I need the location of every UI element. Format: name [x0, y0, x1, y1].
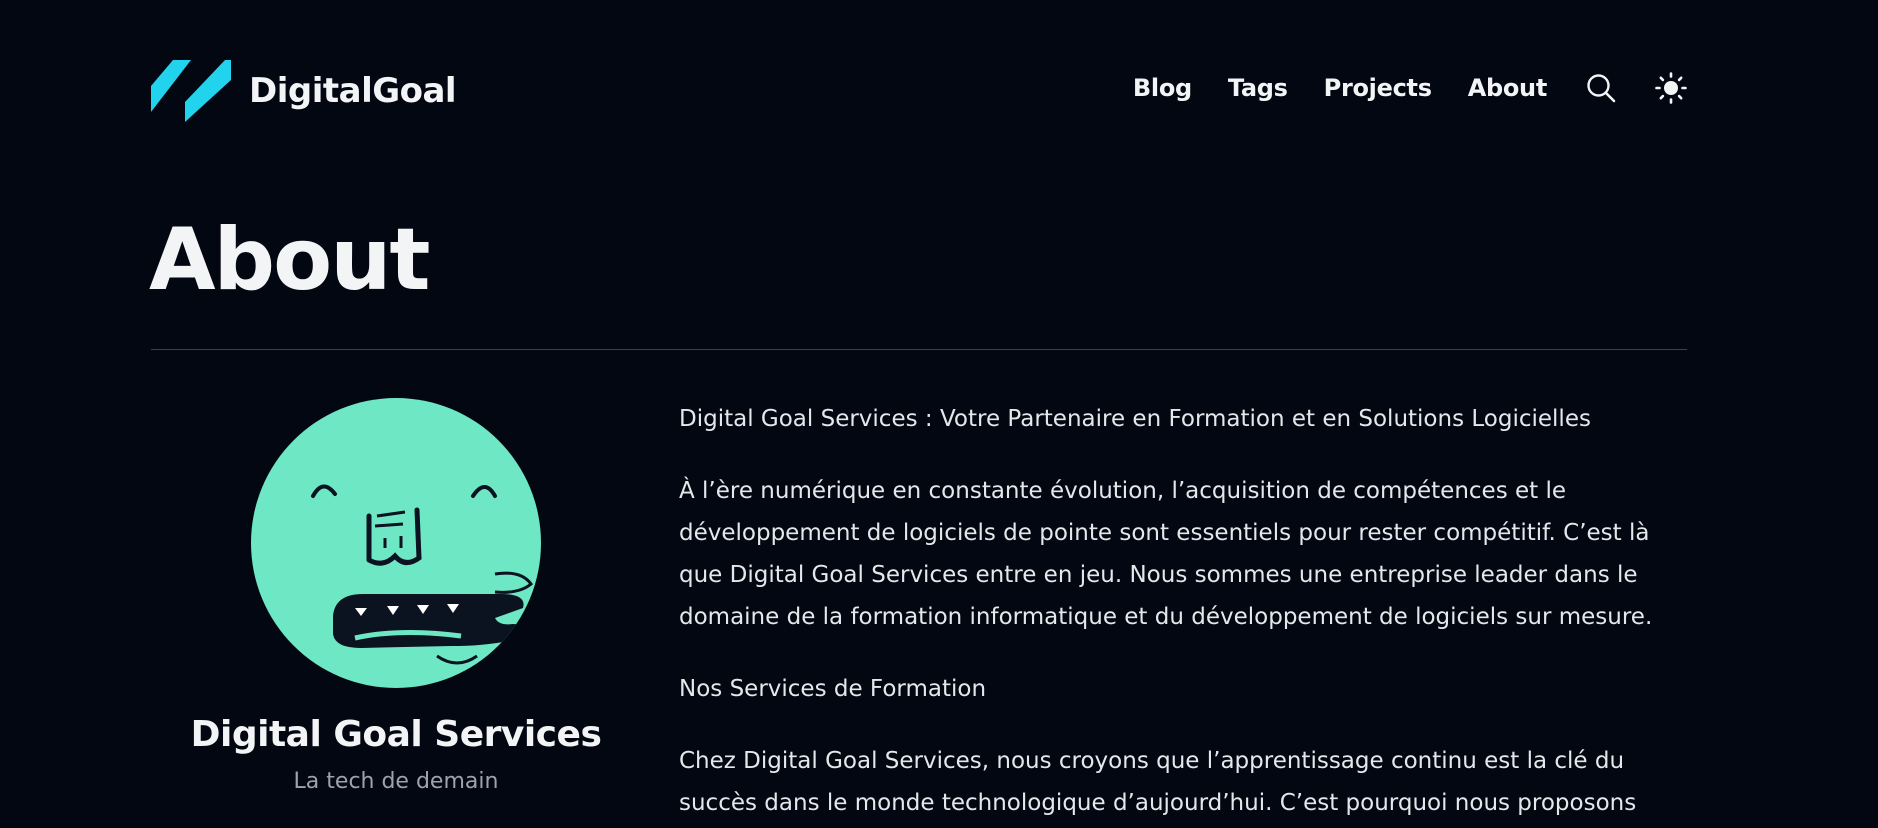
brand-name: DigitalGoal — [249, 71, 457, 111]
sun-icon — [1655, 72, 1687, 104]
search-button[interactable] — [1585, 72, 1617, 104]
main-nav: Blog Tags Projects About — [1097, 72, 1687, 104]
nav-blog[interactable]: Blog — [1133, 74, 1192, 102]
about-page: DigitalGoal Blog Tags Projects About Abo… — [0, 0, 1878, 828]
site-header: DigitalGoal Blog Tags Projects About — [151, 52, 1687, 126]
avatar — [251, 398, 541, 688]
content-paragraph: Chez Digital Goal Services, nous croyons… — [679, 748, 1637, 816]
title-divider — [151, 349, 1687, 350]
content-heading: Digital Goal Services : Votre Partenaire… — [679, 406, 1591, 432]
profile-card: Digital Goal Services La tech de demain — [151, 398, 641, 794]
search-icon — [1587, 74, 1616, 103]
profile-name: Digital Goal Services — [190, 714, 602, 755]
about-content: Digital Goal Services : Votre Partenaire… — [679, 398, 1679, 828]
brand-link[interactable]: DigitalGoal — [151, 58, 457, 124]
content-paragraph: À l’ère numérique en constante évolution… — [679, 478, 1653, 630]
nav-about[interactable]: About — [1468, 74, 1548, 102]
monster-face-illustration — [311, 484, 534, 665]
profile-tagline: La tech de demain — [293, 769, 499, 794]
nav-projects[interactable]: Projects — [1324, 74, 1432, 102]
brand-logo-icon — [151, 60, 231, 122]
theme-toggle-button[interactable] — [1655, 72, 1687, 104]
nav-tags[interactable]: Tags — [1228, 74, 1288, 102]
page-title: About — [149, 210, 431, 310]
content-subheading: Nos Services de Formation — [679, 676, 987, 702]
